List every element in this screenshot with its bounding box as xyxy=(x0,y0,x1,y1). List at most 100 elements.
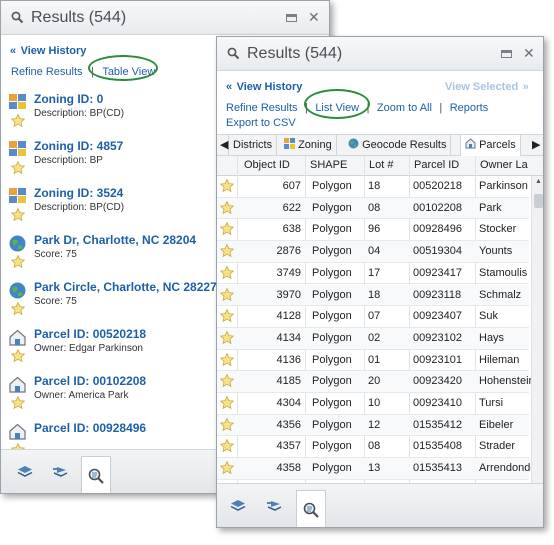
star-icon[interactable] xyxy=(219,352,235,369)
panel-title: Results (544) xyxy=(31,9,127,26)
parcel-house-icon xyxy=(9,423,27,441)
table-row[interactable]: 3749 Polygon 17 00923417 Stamoulis xyxy=(217,263,529,285)
list-item-title[interactable]: Parcel ID: 00928496 xyxy=(34,421,146,435)
table-row[interactable]: 607 Polygon 18 00520218 Parkinson xyxy=(217,176,529,198)
star-icon[interactable] xyxy=(219,330,235,347)
table-cell: Hileman xyxy=(479,353,520,366)
close-button[interactable]: ✕ xyxy=(308,9,320,26)
column-header[interactable]: SHAPE xyxy=(310,159,347,171)
star-icon[interactable] xyxy=(10,348,26,367)
layer-list-button[interactable] xyxy=(45,456,75,486)
list-item-title[interactable]: Park Dr, Charlotte, NC 28204 xyxy=(34,233,196,247)
scroll-thumb[interactable] xyxy=(534,194,543,208)
vertical-scrollbar[interactable]: ▲ xyxy=(531,176,543,486)
table-row[interactable]: 4134 Polygon 02 00923102 Hays xyxy=(217,327,529,350)
view-history-link[interactable]: « View History xyxy=(10,41,86,59)
results-tab-button[interactable] xyxy=(296,490,326,527)
view-selected-link[interactable]: View Selected » xyxy=(445,77,529,95)
tab-zoning[interactable]: Zoning xyxy=(280,135,337,156)
list-item-title[interactable]: Parcel ID: 00520218 xyxy=(34,327,146,341)
tab-scroll-left-button[interactable]: ◀ xyxy=(217,135,229,156)
table-cell: 4134 xyxy=(276,331,301,344)
column-header[interactable]: Owner La xyxy=(480,159,528,171)
layers-icon xyxy=(17,466,33,477)
star-icon[interactable] xyxy=(219,439,235,455)
star-icon[interactable] xyxy=(219,222,235,238)
star-icon[interactable] xyxy=(10,301,26,320)
column-header[interactable]: Object ID xyxy=(244,159,290,171)
table-row[interactable]: 4136 Polygon 01 00923101 Hileman xyxy=(217,350,529,372)
star-icon[interactable] xyxy=(10,254,26,273)
star-icon[interactable] xyxy=(219,287,235,304)
star-icon[interactable] xyxy=(219,373,235,390)
layers-button[interactable] xyxy=(223,490,253,520)
star-icon[interactable] xyxy=(219,460,235,477)
star-icon[interactable] xyxy=(10,160,26,179)
list-item-title[interactable]: Park Circle, Charlotte, NC 28227 xyxy=(34,280,217,294)
parcel-house-icon xyxy=(9,329,27,347)
star-icon[interactable] xyxy=(10,395,26,414)
panel-title: Results (544) xyxy=(247,45,343,62)
tab-zoning-label: Zoning xyxy=(298,139,332,151)
star-icon[interactable] xyxy=(219,417,235,434)
table-row[interactable]: 4357 Polygon 08 01535408 Strader xyxy=(217,436,529,459)
table-cell: 10 xyxy=(368,397,381,409)
close-button[interactable]: ✕ xyxy=(523,45,535,62)
tab-parcels[interactable]: Parcels xyxy=(460,135,521,156)
layer-list-button[interactable] xyxy=(259,490,289,520)
list-item-title[interactable]: Zoning ID: 0 xyxy=(34,92,103,106)
minimize-button[interactable] xyxy=(501,50,512,58)
star-icon[interactable] xyxy=(219,265,235,282)
table-cell: 00923417 xyxy=(413,266,462,279)
results-tab-button[interactable] xyxy=(81,456,111,493)
star-icon[interactable] xyxy=(219,243,235,260)
double-chevron-left-icon: « xyxy=(226,81,233,93)
table-row[interactable]: 3970 Polygon 18 00923118 Schmalz xyxy=(217,284,529,307)
table-row[interactable]: 4128 Polygon 07 00923407 Suk xyxy=(217,306,529,328)
table-cell: 00923410 xyxy=(413,397,462,409)
list-item-title[interactable]: Zoning ID: 3524 xyxy=(34,186,123,200)
star-icon[interactable] xyxy=(219,178,235,195)
star-icon[interactable] xyxy=(219,395,235,412)
list-item-description: Description: BP xyxy=(34,155,103,166)
star-icon[interactable] xyxy=(10,113,26,132)
layer-list-icon xyxy=(267,501,282,511)
reports-link[interactable]: Reports xyxy=(450,102,489,114)
minimize-button[interactable] xyxy=(286,14,297,22)
refine-results-link[interactable]: Refine Results xyxy=(11,66,83,78)
tab-geocode-results[interactable]: Geocode Results xyxy=(344,135,452,156)
table-row[interactable]: 4356 Polygon 12 01535412 Eibeler xyxy=(217,414,529,437)
table-row[interactable]: 4185 Polygon 20 00923420 Hohenstein xyxy=(217,371,535,393)
panel-titlebar: Results (544) ✕ xyxy=(1,1,329,35)
globe-icon xyxy=(9,282,27,300)
layers-button[interactable] xyxy=(10,456,40,486)
star-icon[interactable] xyxy=(219,308,235,325)
scroll-up-arrow-icon[interactable]: ▲ xyxy=(535,178,542,185)
list-item-title[interactable]: Zoning ID: 4857 xyxy=(34,139,123,153)
export-csv-link[interactable]: Export to CSV xyxy=(226,117,296,129)
table-row[interactable]: 638 Polygon 96 00928496 Stocker xyxy=(217,219,529,242)
list-item-title[interactable]: Parcel ID: 00102208 xyxy=(34,374,146,388)
separator: | xyxy=(439,102,443,114)
table-row[interactable]: 2876 Polygon 04 00519304 Younts xyxy=(217,241,529,263)
view-history-label: View History xyxy=(236,81,303,93)
star-icon[interactable] xyxy=(219,200,235,217)
column-header[interactable]: Parcel ID xyxy=(414,159,459,171)
table-cell: Polygon xyxy=(312,266,352,279)
table-cell: Suk xyxy=(479,310,498,323)
panel-toolbar xyxy=(217,483,543,527)
layers-icon xyxy=(230,500,246,511)
star-icon[interactable] xyxy=(10,207,26,226)
table-row[interactable]: 4304 Polygon 10 00923410 Tursi xyxy=(217,393,529,415)
table-cell: 00520218 xyxy=(413,180,462,192)
results-panel-front: Results (544) ✕ « View History View Sele… xyxy=(216,36,544,528)
table-row[interactable]: 4358 Polygon 13 01535413 Arrendondo xyxy=(217,458,537,480)
tab-scroll-right-button[interactable]: ▶ xyxy=(528,135,543,156)
highlight-ellipse xyxy=(88,55,158,81)
tab-districts[interactable]: Districts xyxy=(229,135,278,156)
column-header[interactable]: Lot # xyxy=(369,159,393,171)
table-row[interactable]: 622 Polygon 08 00102208 Park xyxy=(217,197,529,220)
table-cell: 01535412 xyxy=(413,418,462,431)
zoom-to-all-link[interactable]: Zoom to All xyxy=(377,102,432,114)
view-history-link[interactable]: « View History xyxy=(226,77,302,95)
